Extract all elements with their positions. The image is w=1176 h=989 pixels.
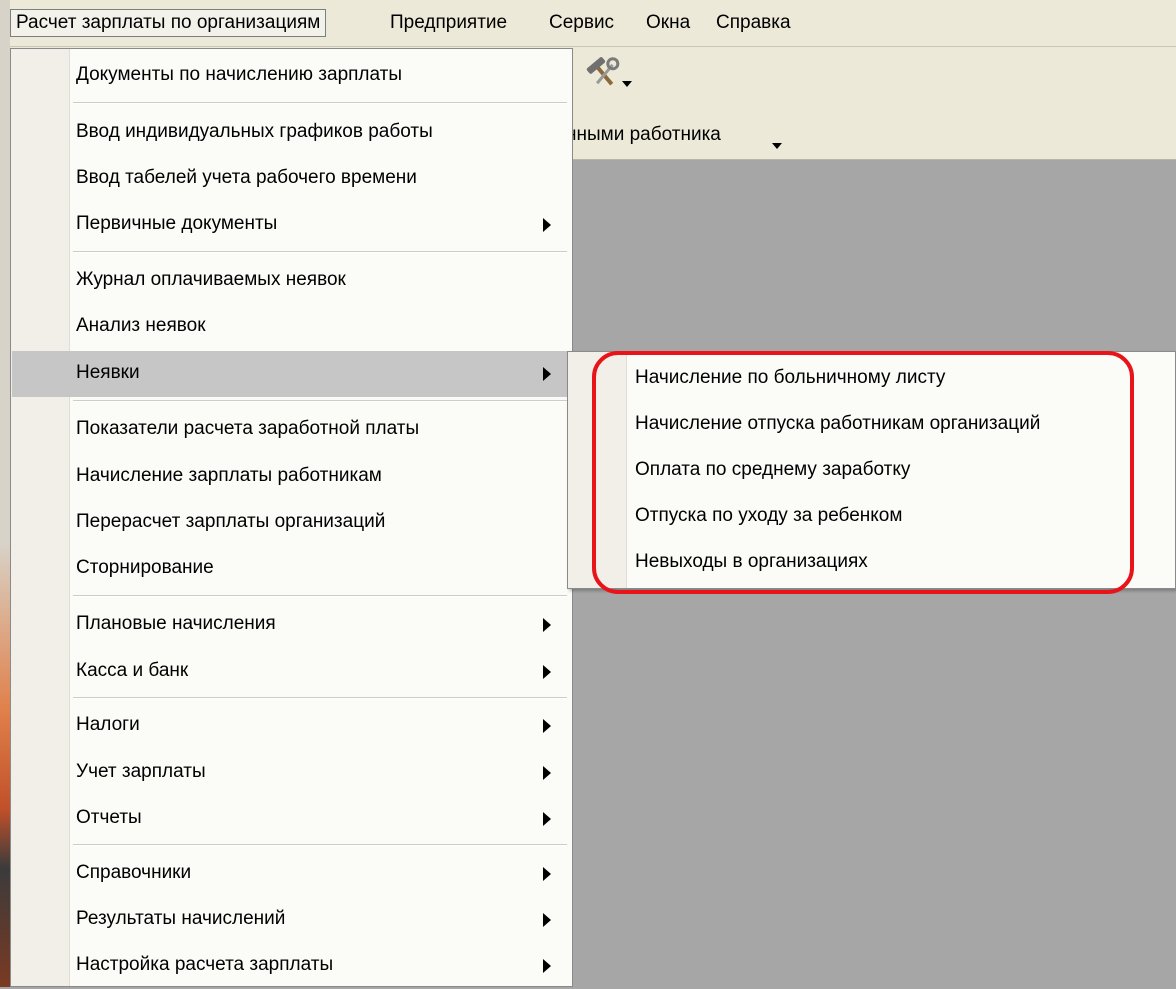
menu-salary-by-organizations[interactable]: Расчет зарплаты по организациям: [10, 9, 327, 37]
menu-separator: [73, 844, 567, 846]
menu-item-label: Настройка расчета зарплаты: [76, 954, 334, 975]
menu-item-label: Налоги: [76, 714, 140, 735]
menu-help[interactable]: Справка: [712, 10, 795, 36]
menu-item-label: Документы по начислению зарплаты: [76, 64, 403, 85]
menu-separator: [73, 400, 567, 402]
menu-item-reversal[interactable]: Сторнирование: [12, 546, 571, 592]
menu-enterprise[interactable]: Предприятие: [386, 10, 511, 36]
menu-separator: [73, 595, 567, 597]
submenu-item-average-earnings[interactable]: Оплата по среднему заработку: [569, 448, 1174, 494]
menu-item-salary-accounting[interactable]: Учет зарплаты: [12, 750, 571, 796]
menu-item-label: Плановые начисления: [76, 613, 276, 634]
menu-item-salary-documents[interactable]: Документы по начислению зарплаты: [12, 53, 571, 99]
menu-item-salary-indicators[interactable]: Показатели расчета заработной платы: [12, 407, 571, 453]
menu-item-label: Невыходы в организациях: [635, 551, 868, 572]
menu-item-salary-accrual[interactable]: Начисление зарплаты работникам: [12, 454, 571, 500]
menu-item-label: Начисление по больничному листу: [635, 367, 946, 388]
toolbar-workers-button-label[interactable]: нными работника: [566, 124, 721, 146]
menu-separator: [73, 697, 567, 699]
submenu-arrow-icon: [543, 812, 551, 826]
menu-item-label: Учет зарплаты: [76, 761, 206, 782]
submenu-item-childcare-leave[interactable]: Отпуска по уходу за ребенком: [569, 494, 1174, 540]
menu-item-absences[interactable]: Неявки: [12, 351, 571, 397]
menu-item-label: Отчеты: [76, 807, 142, 828]
menu-item-label: Сторнирование: [76, 557, 214, 578]
menu-item-label: Оплата по среднему заработку: [635, 459, 911, 480]
submenu-arrow-icon: [543, 719, 551, 733]
menu-item-timesheets[interactable]: Ввод табелей учета рабочего времени: [12, 156, 571, 202]
submenu-arrow-icon: [543, 618, 551, 632]
dropdown-menu-salary: Документы по начислению зарплаты Ввод ин…: [10, 48, 573, 987]
menu-item-label: Справочники: [76, 862, 192, 883]
menu-bar: Расчет зарплаты по организациям Предприя…: [10, 0, 1176, 47]
chevron-down-icon[interactable]: [772, 143, 782, 149]
menu-item-reports[interactable]: Отчеты: [12, 796, 571, 842]
submenu-arrow-icon: [543, 959, 551, 973]
submenu-item-vacation-accrual[interactable]: Начисление отпуска работникам организаци…: [569, 402, 1174, 448]
menu-item-label: Отпуска по уходу за ребенком: [635, 505, 903, 526]
menu-item-label: Касса и банк: [76, 660, 189, 681]
menu-item-label: Результаты начислений: [76, 908, 286, 929]
menu-item-primary-documents[interactable]: Первичные документы: [12, 202, 571, 248]
submenu-arrow-icon: [543, 766, 551, 780]
menu-item-label: Анализ неявок: [76, 315, 206, 336]
menu-item-label: Перерасчет зарплаты организаций: [76, 511, 386, 532]
submenu-item-absences-in-organizations[interactable]: Невыходы в организациях: [569, 540, 1174, 586]
menu-item-label: Начисление отпуска работникам организаци…: [635, 413, 1041, 434]
menu-separator: [73, 102, 567, 104]
menu-item-salary-settings[interactable]: Настройка расчета зарплаты: [12, 943, 571, 989]
submenu-arrow-icon: [543, 665, 551, 679]
menu-item-label: Ввод индивидуальных графиков работы: [76, 121, 433, 142]
desktop-edge: [0, 0, 10, 987]
menu-separator: [73, 251, 567, 253]
submenu-absences: Начисление по больничному листу Начислен…: [567, 351, 1176, 589]
menu-item-label: Первичные документы: [76, 213, 278, 234]
tools-icon[interactable]: [584, 55, 632, 93]
menu-item-label: Показатели расчета заработной платы: [76, 418, 420, 439]
menu-item-absence-analysis[interactable]: Анализ неявок: [12, 304, 571, 350]
menu-item-taxes[interactable]: Налоги: [12, 703, 571, 749]
menu-item-cash-and-bank[interactable]: Касса и банк: [12, 649, 571, 695]
menu-item-accrual-results[interactable]: Результаты начислений: [12, 897, 571, 943]
submenu-item-sick-leave[interactable]: Начисление по больничному листу: [569, 356, 1174, 402]
menu-service[interactable]: Сервис: [545, 10, 618, 36]
submenu-arrow-icon: [543, 367, 551, 381]
menu-item-catalogs[interactable]: Справочники: [12, 851, 571, 897]
menu-item-label: Ввод табелей учета рабочего времени: [76, 167, 417, 188]
submenu-arrow-icon: [543, 867, 551, 881]
menu-windows[interactable]: Окна: [642, 10, 694, 36]
menu-item-planned-accruals[interactable]: Плановые начисления: [12, 602, 571, 648]
menu-item-label: Журнал оплачиваемых неявок: [76, 269, 346, 290]
menu-item-individual-schedules[interactable]: Ввод индивидуальных графиков работы: [12, 110, 571, 156]
menu-item-label: Неявки: [76, 362, 140, 383]
menu-item-salary-recalculation[interactable]: Перерасчет зарплаты организаций: [12, 500, 571, 546]
submenu-arrow-icon: [543, 913, 551, 927]
menu-item-absence-journal[interactable]: Журнал оплачиваемых неявок: [12, 258, 571, 304]
menu-item-label: Начисление зарплаты работникам: [76, 465, 382, 486]
submenu-arrow-icon: [543, 218, 551, 232]
